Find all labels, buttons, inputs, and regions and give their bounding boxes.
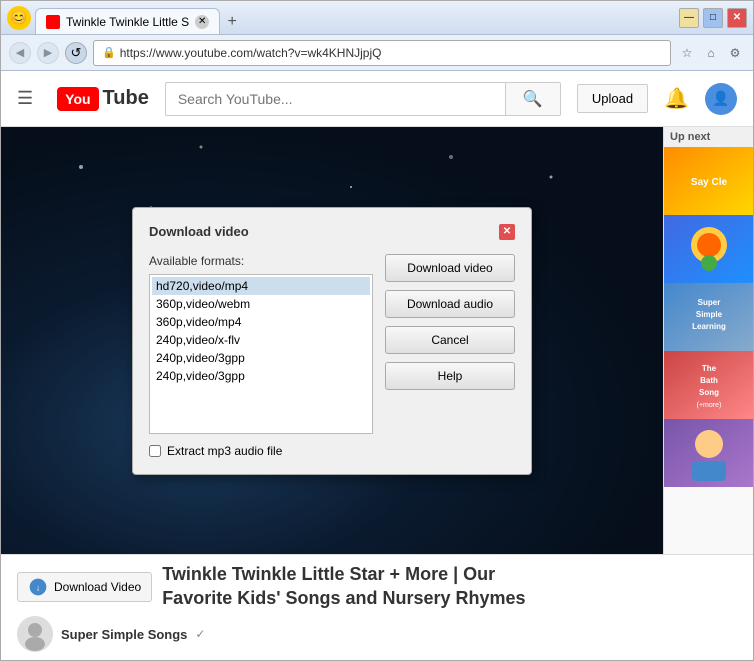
svg-text:(+more): (+more): [697, 402, 722, 409]
sidebar-thumb-1[interactable]: Say Cle: [664, 147, 753, 215]
dialog-right: Download video Download audio Cancel Hel…: [385, 254, 515, 458]
download-video-button[interactable]: Download video: [385, 254, 515, 282]
address-bar: ◀ ▶ ↺ 🔒 https://www.youtube.com/watch?v=…: [1, 35, 753, 71]
info-row: ↓ Download Video Twinkle Twinkle Little …: [17, 563, 737, 610]
youtube-logo-icon: You: [57, 87, 98, 111]
download-video-bar-button[interactable]: ↓ Download Video: [17, 572, 152, 602]
channel-avatar-img: [17, 616, 53, 652]
download-icon: ↓: [28, 577, 48, 597]
dialog-close-button[interactable]: ✕: [499, 224, 515, 240]
video-title-block: Twinkle Twinkle Little Star + More | Our…: [162, 563, 525, 610]
sidebar-thumb-5[interactable]: [664, 419, 753, 487]
extract-mp3-checkbox[interactable]: [149, 445, 161, 457]
up-next-label: Up next: [664, 127, 753, 147]
thumb-svg-5: [664, 419, 753, 487]
download-btn-label: Download Video: [54, 580, 141, 594]
forward-button[interactable]: ▶: [37, 42, 59, 64]
extensions-icon[interactable]: ⚙: [725, 43, 745, 63]
active-tab[interactable]: Twinkle Twinkle Little S ✕: [35, 8, 220, 34]
svg-text:Super: Super: [698, 298, 721, 307]
sidebar-thumb-3[interactable]: Super Simple Learning: [664, 283, 753, 351]
refresh-button[interactable]: ↺: [65, 42, 87, 64]
info-bar: ↓ Download Video Twinkle Twinkle Little …: [1, 554, 753, 660]
avatar[interactable]: 👤: [705, 83, 737, 115]
channel-name: Super Simple Songs: [61, 627, 187, 642]
svg-text:Simple: Simple: [696, 310, 723, 319]
notifications-icon[interactable]: 🔔: [664, 86, 689, 111]
header-right: Upload 🔔 👤: [577, 83, 737, 115]
svg-text:Song: Song: [699, 388, 719, 397]
browser-window: 😊 Twinkle Twinkle Little S ✕ + — □ ✕ ◀ ▶…: [0, 0, 754, 661]
browser-favicon: 😊: [7, 6, 31, 30]
close-button[interactable]: ✕: [727, 8, 747, 28]
thumb-svg-4: The Bath Song (+more): [664, 351, 753, 419]
format-item-1[interactable]: 360p,video/webm: [152, 295, 370, 313]
thumb-svg-2: [664, 215, 753, 283]
search-button[interactable]: 🔍: [505, 82, 561, 116]
dialog-title-bar: Download video ✕: [149, 224, 515, 240]
sidebar: Up next Say Cle: [663, 127, 753, 554]
url-text: https://www.youtube.com/watch?v=wk4KHNJj…: [120, 46, 662, 60]
youtube-logo-text: Tube: [103, 87, 149, 110]
tab-close-button[interactable]: ✕: [195, 15, 209, 29]
svg-text:Bath: Bath: [700, 376, 718, 385]
tab-bar: Twinkle Twinkle Little S ✕ +: [35, 1, 671, 34]
svg-text:↓: ↓: [36, 582, 40, 592]
dialog-title: Download video: [149, 224, 249, 239]
svg-text:Learning: Learning: [692, 322, 726, 331]
new-tab-button[interactable]: +: [220, 10, 244, 34]
format-item-3[interactable]: 240p,video/x-flv: [152, 331, 370, 349]
thumb-svg-1: Say Cle: [664, 147, 753, 215]
channel-avatar[interactable]: [17, 616, 53, 652]
bookmark-icon[interactable]: ☆: [677, 43, 697, 63]
download-dialog: Download video ✕ Available formats: hd72…: [132, 207, 532, 475]
formats-list[interactable]: hd720,video/mp4 360p,video/webm 360p,vid…: [149, 274, 373, 434]
dialog-left: Available formats: hd720,video/mp4 360p,…: [149, 254, 373, 458]
url-bar[interactable]: 🔒 https://www.youtube.com/watch?v=wk4KHN…: [93, 40, 671, 66]
dialog-body: Available formats: hd720,video/mp4 360p,…: [149, 254, 515, 458]
title-bar: 😊 Twinkle Twinkle Little S ✕ + — □ ✕: [1, 1, 753, 35]
tab-title: Twinkle Twinkle Little S: [66, 15, 189, 29]
minimize-button[interactable]: —: [679, 8, 699, 28]
lock-icon: 🔒: [102, 46, 116, 59]
url-actions: ☆ ⌂ ⚙: [677, 43, 745, 63]
channel-row: Super Simple Songs ✓: [17, 616, 737, 652]
extract-mp3-label: Extract mp3 audio file: [167, 444, 282, 458]
sidebar-thumb-4[interactable]: The Bath Song (+more): [664, 351, 753, 419]
youtube-logo[interactable]: You Tube: [57, 87, 149, 111]
format-item-2[interactable]: 360p,video/mp4: [152, 313, 370, 331]
upload-button[interactable]: Upload: [577, 84, 648, 113]
format-item-4[interactable]: 240p,video/3gpp: [152, 349, 370, 367]
home-icon[interactable]: ⌂: [701, 43, 721, 63]
search-area: 🔍: [165, 82, 561, 116]
extract-mp3-row: Extract mp3 audio file: [149, 444, 373, 458]
tab-favicon: [46, 15, 60, 29]
maximize-button[interactable]: □: [703, 8, 723, 28]
svg-text:The: The: [702, 364, 717, 373]
verified-icon: ✓: [195, 627, 205, 641]
search-input[interactable]: [165, 82, 505, 116]
window-controls: — □ ✕: [679, 8, 747, 28]
thumb-svg-3: Super Simple Learning: [664, 283, 753, 351]
download-audio-button[interactable]: Download audio: [385, 290, 515, 318]
format-item-0[interactable]: hd720,video/mp4: [152, 277, 370, 295]
menu-icon[interactable]: ☰: [17, 88, 33, 109]
formats-label: Available formats:: [149, 254, 373, 268]
back-button[interactable]: ◀: [9, 42, 31, 64]
cancel-button[interactable]: Cancel: [385, 326, 515, 354]
sidebar-thumb-2[interactable]: [664, 215, 753, 283]
main-content: Download video ✕ Available formats: hd72…: [1, 127, 753, 554]
youtube-header: ☰ You Tube 🔍 Upload 🔔 👤: [1, 71, 753, 127]
video-title: Twinkle Twinkle Little Star + More | Our…: [162, 563, 525, 610]
format-item-5[interactable]: 240p,video/3gpp: [152, 367, 370, 385]
dialog-overlay: Download video ✕ Available formats: hd72…: [1, 127, 663, 554]
help-button[interactable]: Help: [385, 362, 515, 390]
svg-text:Say Cle: Say Cle: [691, 177, 728, 188]
video-area[interactable]: Download video ✕ Available formats: hd72…: [1, 127, 663, 554]
